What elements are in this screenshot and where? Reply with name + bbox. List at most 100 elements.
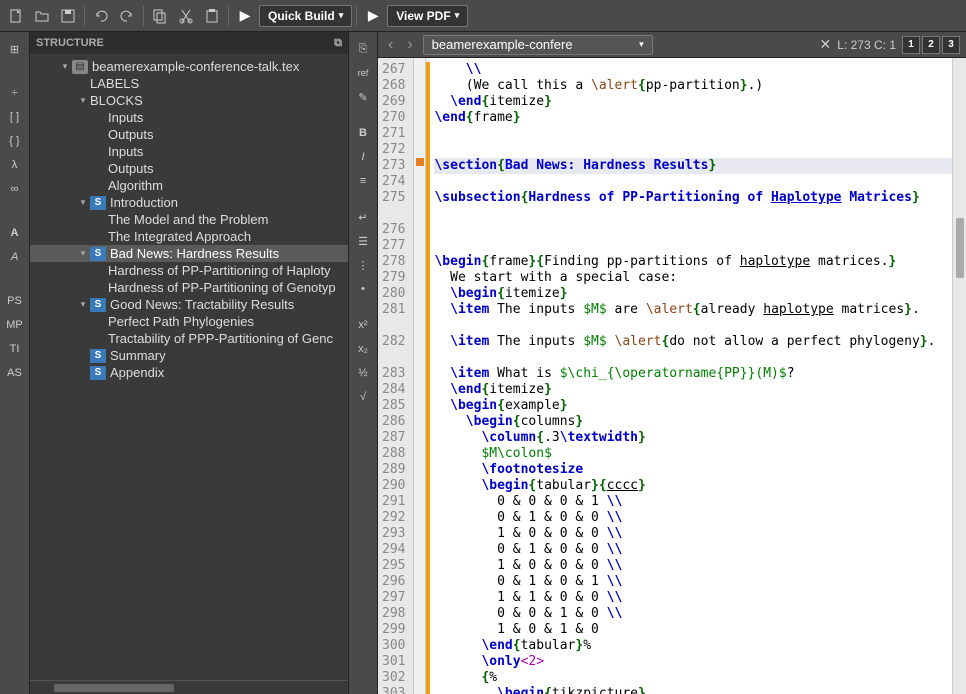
main-area: ⊞ ÷ [ ] { } λ ∞ A A PS MP TI AS STRUCTUR… [0, 32, 966, 694]
tree-node[interactable]: Algorithm [30, 177, 348, 194]
new-file-icon[interactable] [4, 4, 28, 28]
tree-label: Tractability of PPP-Partitioning of Genc [108, 331, 333, 346]
tree-node[interactable]: Hardness of PP-Partitioning of Haploty [30, 262, 348, 279]
nav-back-icon[interactable]: ‹ [384, 36, 397, 54]
frac-icon[interactable]: ÷ [4, 82, 26, 104]
tree-node[interactable]: LABELS [30, 75, 348, 92]
tree-label: Inputs [108, 110, 143, 125]
tree-twisty[interactable]: ▾ [76, 248, 90, 259]
separator [143, 6, 144, 26]
tree-twisty[interactable]: ▾ [58, 61, 72, 72]
separator [356, 6, 357, 26]
line-numbers: 2672682692702712722732742752762772782792… [378, 58, 414, 694]
chevron-down-icon: ▾ [339, 10, 344, 21]
ref-icon[interactable]: ref [352, 62, 374, 84]
chevron-down-icon: ▾ [455, 10, 460, 21]
tex-icon[interactable]: ⎘ [352, 38, 374, 60]
vertical-scrollbar[interactable] [952, 58, 966, 694]
tree-label: Algorithm [108, 178, 163, 193]
tree-node[interactable]: The Integrated Approach [30, 228, 348, 245]
tree-label: Hardness of PP-Partitioning of Haploty [108, 263, 331, 278]
tree-node[interactable]: SSummary [30, 347, 348, 364]
subscript-icon[interactable]: x₂ [352, 338, 374, 360]
tree-twisty[interactable]: ▾ [76, 95, 90, 106]
frac2-icon[interactable]: ½ [352, 362, 374, 384]
tree-node[interactable]: Outputs [30, 160, 348, 177]
ti-icon[interactable]: TI [4, 338, 26, 360]
as-icon[interactable]: AS [4, 362, 26, 384]
nav-forward-icon[interactable]: › [403, 36, 416, 54]
bracket-icon[interactable]: [ ] [4, 106, 26, 128]
part-icon[interactable]: ⊞ [4, 38, 26, 60]
panel-detach-icon[interactable]: ⧉ [334, 37, 342, 50]
marker-column [414, 58, 426, 694]
tree-label: Perfect Path Phylogenies [108, 314, 254, 329]
list-icon[interactable]: ☰ [352, 230, 374, 252]
brace-icon[interactable]: { } [4, 130, 26, 152]
enum-icon[interactable]: ⋮ [352, 254, 374, 276]
tree-node[interactable]: ▾SIntroduction [30, 194, 348, 211]
cut-icon[interactable] [174, 4, 198, 28]
tree-node[interactable]: ▾SBad News: Hardness Results [30, 245, 348, 262]
view-3-button[interactable]: 3 [942, 36, 960, 54]
ps-icon[interactable]: PS [4, 290, 26, 312]
tree-node[interactable]: ▾BLOCKS [30, 92, 348, 109]
file-tab[interactable]: beamerexample-confere▾ [423, 35, 653, 55]
file-icon: ▤ [72, 60, 88, 74]
mp-icon[interactable]: MP [4, 314, 26, 336]
undo-icon[interactable] [89, 4, 113, 28]
view-combo[interactable]: View PDF▾ [387, 5, 468, 27]
structure-tree[interactable]: ▾▤beamerexample-conference-talk.texLABEL… [30, 54, 348, 680]
tree-node[interactable]: The Model and the Problem [30, 211, 348, 228]
structure-panel: STRUCTURE ⧉ ▾▤beamerexample-conference-t… [30, 32, 348, 694]
file-tab-label: beamerexample-confere [432, 37, 573, 52]
copy-icon[interactable] [148, 4, 172, 28]
paste-icon[interactable] [200, 4, 224, 28]
center-icon[interactable]: ≡ [352, 170, 374, 192]
tree-node[interactable]: ▾SGood News: Tractability Results [30, 296, 348, 313]
tree-node[interactable]: Perfect Path Phylogenies [30, 313, 348, 330]
lambda-icon[interactable]: λ [4, 154, 26, 176]
view-1-button[interactable]: 1 [902, 36, 920, 54]
save-icon[interactable] [56, 4, 80, 28]
bold2-icon[interactable]: B [352, 122, 374, 144]
infinity-icon[interactable]: ∞ [4, 178, 26, 200]
sqrt-icon[interactable]: √ [352, 386, 374, 408]
label-icon[interactable]: ✎ [352, 86, 374, 108]
source-text[interactable]: \\ (We call this a \alert{pp-partition}.… [430, 58, 952, 694]
tree-node[interactable]: Inputs [30, 109, 348, 126]
tree-node[interactable]: ▾▤beamerexample-conference-talk.tex [30, 58, 348, 75]
item-icon[interactable]: • [352, 278, 374, 300]
italic-icon[interactable]: A [4, 246, 26, 268]
tree-label: The Model and the Problem [108, 212, 268, 227]
change-bar [426, 58, 430, 694]
run-icon[interactable]: ▶ [233, 4, 257, 28]
vertical-toolbar: ⎘ ref ✎ B I ≡ ↵ ☰ ⋮ • x² x₂ ½ √ [348, 32, 378, 694]
italic2-icon[interactable]: I [352, 146, 374, 168]
tree-node[interactable]: Outputs [30, 126, 348, 143]
bold-icon[interactable]: A [4, 222, 26, 244]
tree-label: Bad News: Hardness Results [110, 246, 279, 261]
tree-label: LABELS [90, 76, 139, 91]
view-2-button[interactable]: 2 [922, 36, 940, 54]
build-combo[interactable]: Quick Build▾ [259, 5, 352, 27]
separator [84, 6, 85, 26]
close-icon[interactable]: ✕ [820, 36, 832, 53]
code-editor[interactable]: 2672682692702712722732742752762772782792… [378, 58, 966, 694]
open-file-icon[interactable] [30, 4, 54, 28]
tree-node[interactable]: Inputs [30, 143, 348, 160]
tree-node[interactable]: SAppendix [30, 364, 348, 381]
separator [228, 6, 229, 26]
left-symbol-bar: ⊞ ÷ [ ] { } λ ∞ A A PS MP TI AS [0, 32, 30, 694]
sec-icon: S [90, 196, 106, 210]
tree-node[interactable]: Tractability of PPP-Partitioning of Genc [30, 330, 348, 347]
tree-twisty[interactable]: ▾ [76, 197, 90, 208]
sec-icon: S [90, 366, 106, 380]
newline-icon[interactable]: ↵ [352, 206, 374, 228]
tree-node[interactable]: Hardness of PP-Partitioning of Genotyp [30, 279, 348, 296]
horizontal-scrollbar[interactable] [30, 680, 348, 694]
redo-icon[interactable] [115, 4, 139, 28]
tree-twisty[interactable]: ▾ [76, 299, 90, 310]
superscript-icon[interactable]: x² [352, 314, 374, 336]
view-run-icon[interactable]: ▶ [361, 4, 385, 28]
